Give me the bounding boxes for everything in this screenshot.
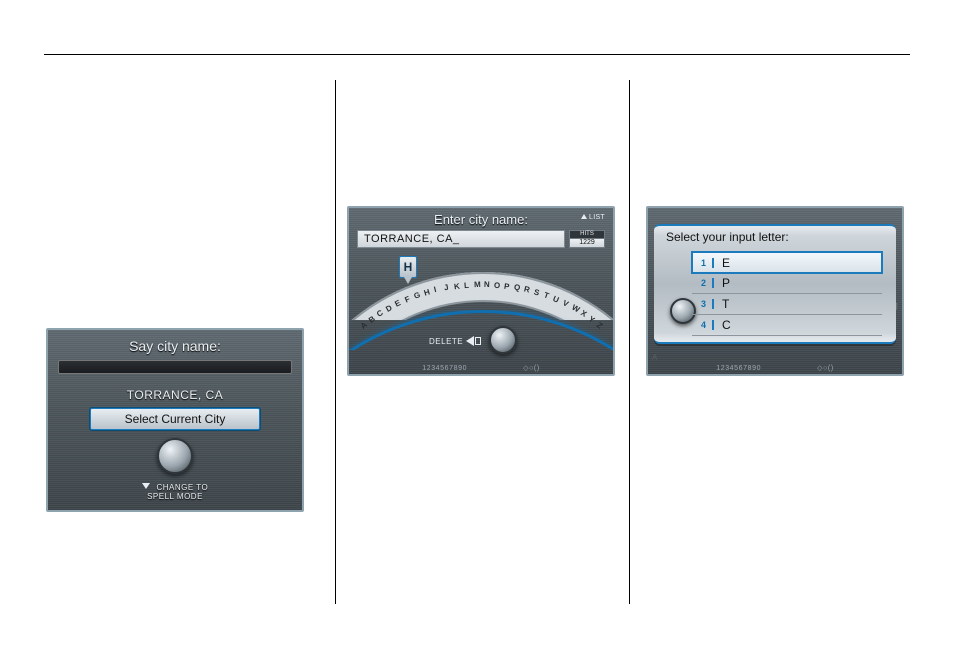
bottom-function-row: 1234567890 ◇○() [648,364,902,372]
backspace-box-icon [475,337,481,345]
delete-label: DELETE [429,337,463,346]
arc-letter-p[interactable]: P [504,281,510,291]
mode-change-hint: CHANGE TO SPELL MODE [48,483,302,502]
option-number: 4 [692,320,714,330]
arc-letter-a[interactable]: A [359,320,369,331]
option-letter: C [714,318,731,332]
rotary-knob-icon[interactable] [157,438,193,474]
option-letter: T [714,297,729,311]
list-shortcut[interactable]: LIST [581,214,605,221]
arc-letter-r[interactable]: R [523,285,531,295]
arc-letter-n[interactable]: N [484,280,490,289]
option-number: 3 [692,299,714,309]
arc-letter-y[interactable]: Y [587,314,597,324]
arc-letter-q[interactable]: Q [514,283,522,293]
hits-value: 1229 [569,239,605,248]
up-triangle-icon [581,214,587,219]
letter-arc-band [347,272,615,376]
arc-letter-v[interactable]: V [561,298,570,308]
arc-letter-f[interactable]: F [403,294,411,304]
horizontal-rule [44,54,910,55]
arc-letter-o[interactable]: O [494,280,501,289]
arc-letter-m[interactable]: M [474,280,481,289]
arc-letter-d[interactable]: D [384,303,393,314]
popup-title: Select your input letter: [666,230,789,244]
hint-line1: CHANGE TO [156,483,208,492]
list-label: LIST [589,214,605,221]
letter-option[interactable]: 3T [692,294,882,315]
parsed-city-readout: TORRANCE, CA [48,388,302,402]
input-letter-popup: Select your input letter: 1E2P3T4C [654,224,896,344]
column-divider-2 [629,80,630,604]
arc-letter-x[interactable]: X [579,308,588,318]
arc-letter-w[interactable]: W [570,303,581,315]
selected-letter-indicator: H [399,256,417,278]
letter-disambiguation-screen: A J Select your input letter: 1E2P3T4C 1… [646,206,904,376]
voice-input-field[interactable] [58,360,292,374]
voice-city-entry-screen: Say city name: TORRANCE, CA Select Curre… [46,328,304,512]
hits-label: HITS [569,230,605,239]
spell-city-entry-screen: Enter city name: LIST TORRANCE, CA_ HITS… [347,206,615,376]
letter-option[interactable]: 4C [692,315,882,336]
screen-title: Say city name: [48,338,302,354]
screen-title: Enter city name: [349,212,613,227]
arc-letter-i[interactable]: I [433,285,437,294]
arc-letter-k[interactable]: K [453,281,460,291]
down-triangle-icon [142,483,150,489]
option-letter: E [714,256,730,270]
arc-letter-c[interactable]: C [376,308,386,319]
letter-arc[interactable]: ABCDEFGHIJKLMNOPQRSTUVWXYZ [349,272,615,322]
arc-letter-e[interactable]: E [394,298,403,308]
arc-letter-b[interactable]: B [367,314,377,325]
option-letter: P [714,276,730,290]
arc-letter-z[interactable]: Z [595,320,604,330]
option-number: 1 [692,258,714,268]
background-arc-letter: A [652,353,658,362]
arc-letter-j[interactable]: J [443,283,449,293]
delete-button[interactable]: DELETE [429,336,481,346]
option-number: 2 [692,278,714,288]
backspace-icon [466,336,474,346]
column-divider-1 [335,80,336,604]
city-text-entry[interactable]: TORRANCE, CA_ [357,230,565,248]
hint-line2: SPELL MODE [147,492,203,501]
hits-counter: HITS 1229 [569,230,605,248]
arc-letter-s[interactable]: S [533,288,541,298]
select-current-city-button[interactable]: Select Current City [90,408,260,430]
arc-letter-t[interactable]: T [543,291,551,301]
arc-letter-h[interactable]: H [423,287,431,297]
arc-letter-g[interactable]: G [413,291,422,302]
letter-option[interactable]: 2P [692,273,882,294]
rotary-knob-icon[interactable] [489,326,517,354]
bottom-function-row: 1234567890 ◇○() [349,364,613,372]
letter-option[interactable]: 1E [692,252,882,273]
arc-letter-l[interactable]: L [463,280,469,289]
letter-option-list: 1E2P3T4C [692,252,882,336]
arc-letter-u[interactable]: U [552,294,561,305]
